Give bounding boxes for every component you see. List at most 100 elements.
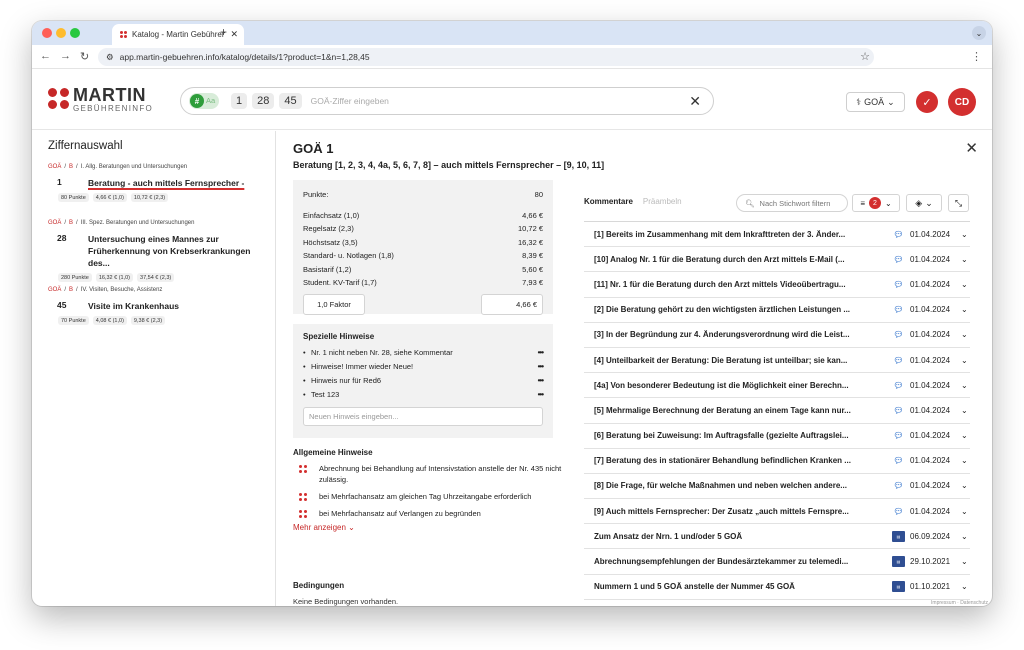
- collapse-button[interactable]: ⤡: [948, 194, 969, 212]
- comment-row[interactable]: [1] Bereits im Zusammenhang mit dem Inkr…: [584, 222, 970, 248]
- comment-row[interactable]: [4a] Von besonderer Bedeutung ist die Mö…: [584, 373, 970, 399]
- crumb-section[interactable]: B: [69, 220, 73, 226]
- chevron-down-icon[interactable]: ⌄: [961, 381, 968, 390]
- forward-icon[interactable]: →: [60, 50, 71, 62]
- catalog-select[interactable]: ⚕ GOÄ ⌄: [846, 92, 905, 112]
- crumb-catalog[interactable]: GOÄ: [48, 164, 61, 170]
- crumb-section[interactable]: B: [69, 164, 73, 170]
- comment-row[interactable]: [4] Unteilbarkeit der Beratung: Die Bera…: [584, 348, 970, 374]
- ziffer-chip[interactable]: 45: [279, 93, 302, 109]
- check-button[interactable]: ✓: [916, 91, 938, 113]
- rate-label: Standard- u. Notlagen (1,8): [303, 251, 394, 261]
- ziffer-number: 1: [57, 177, 62, 187]
- new-tab-icon[interactable]: +: [220, 25, 227, 39]
- search-input[interactable]: GOÄ-Ziffer eingeben: [311, 96, 389, 106]
- browser-menu-icon[interactable]: ⋮: [971, 50, 982, 63]
- show-more-link[interactable]: Mehr anzeigen ⌄: [293, 523, 563, 532]
- comment-row[interactable]: [9] Auch mittels Fernsprecher: Der Zusat…: [584, 499, 970, 525]
- goa-search-bar[interactable]: # Aa 1 28 45 GOÄ-Ziffer eingeben ✕: [180, 87, 714, 115]
- general-hint-text: bei Mehrfachansatz am gleichen Tag Uhrze…: [319, 492, 532, 501]
- tab-kommentare[interactable]: Kommentare: [584, 197, 633, 206]
- comment-row[interactable]: [5] Mehrmalige Berechnung der Beratung a…: [584, 398, 970, 424]
- tab-praeambeln[interactable]: Präambeln: [643, 197, 682, 206]
- reload-icon[interactable]: ↻: [80, 50, 89, 63]
- minimize-window-dot[interactable]: [56, 28, 66, 38]
- ziffer-chip[interactable]: 1: [231, 93, 248, 109]
- hint-text: Hinweise! Immer wieder Neue!: [311, 361, 414, 371]
- new-hint-input[interactable]: Neuen Hinweis eingeben...: [303, 407, 543, 426]
- more-options-icon[interactable]: •••: [538, 376, 544, 385]
- ziffer-text[interactable]: Visite im Krankenhaus: [88, 300, 268, 312]
- ziffer-item[interactable]: 1 Beratung - auch mittels Fernsprecher -: [48, 177, 270, 189]
- comment-row[interactable]: Nummern 1 und 5 GOÄ anstelle der Nummer …: [584, 575, 970, 600]
- chevron-down-icon[interactable]: ⌄: [961, 305, 968, 314]
- comment-title: [5] Mehrmalige Berechnung der Beratung a…: [594, 405, 851, 415]
- maximize-window-dot[interactable]: [70, 28, 80, 38]
- clear-search-icon[interactable]: ✕: [689, 93, 701, 110]
- punkte-pill: 70 Punkte: [58, 316, 89, 325]
- comment-row[interactable]: [8] Die Frage, für welche Maßnahmen und …: [584, 474, 970, 500]
- martin-logo[interactable]: MARTIN GEBÜHRENINFO: [48, 85, 158, 116]
- ziffer-text[interactable]: Untersuchung eines Mannes zur Früherkenn…: [88, 233, 268, 269]
- ziffer-text[interactable]: Beratung - auch mittels Fernsprecher -: [88, 177, 268, 189]
- chevron-down-icon[interactable]: ⌄: [961, 481, 968, 490]
- back-icon[interactable]: ←: [40, 50, 51, 62]
- layers-button[interactable]: ◈ ⌄: [906, 194, 942, 212]
- more-options-icon[interactable]: •••: [538, 390, 544, 399]
- comment-row[interactable]: [7] Beratung des in stationärer Behandlu…: [584, 449, 970, 474]
- chevron-down-icon[interactable]: ⌄: [961, 456, 968, 465]
- hint-text: Hinweis nur für Red6: [311, 375, 382, 385]
- crumb-catalog[interactable]: GOÄ: [48, 220, 61, 226]
- chevron-down-icon[interactable]: ⌄: [961, 406, 968, 415]
- comment-list: [1] Bereits im Zusammenhang mit dem Inkr…: [584, 221, 970, 600]
- speech-bubble-icon: 💬︎: [893, 431, 904, 441]
- ziffer-item[interactable]: 28 Untersuchung eines Mannes zur Früherk…: [48, 233, 270, 269]
- search-mode-toggle[interactable]: # Aa: [189, 93, 219, 109]
- chevron-down-icon[interactable]: ⌄: [961, 330, 968, 339]
- comment-row[interactable]: [10] Analog Nr. 1 für die Beratung durch…: [584, 247, 970, 273]
- user-avatar[interactable]: CD: [948, 88, 976, 116]
- breadcrumb: GOÄ / B / I. Allg. Beratungen und Untersuc…: [48, 164, 188, 170]
- rate-label: Höchstsatz (3,5): [303, 237, 358, 247]
- logo-subtitle: GEBÜHRENINFO: [73, 104, 154, 113]
- more-options-icon[interactable]: •••: [538, 362, 544, 371]
- chevron-down-icon[interactable]: ⌄: [961, 356, 968, 365]
- close-window-dot[interactable]: [42, 28, 52, 38]
- tab-search-icon[interactable]: ⌄: [972, 26, 986, 40]
- rate-value: 10,72 €: [517, 224, 543, 234]
- speech-bubble-icon: 💬︎: [893, 355, 904, 365]
- speech-bubble-icon: 💬︎: [893, 330, 904, 340]
- chevron-down-icon[interactable]: ⌄: [961, 532, 968, 541]
- chevron-down-icon[interactable]: ⌄: [961, 431, 968, 440]
- chevron-down-icon[interactable]: ⌄: [961, 582, 968, 591]
- filter-button[interactable]: ≡ 2 ⌄: [852, 194, 900, 212]
- comment-row[interactable]: [6] Beratung bei Zuweisung: Im Auftragsf…: [584, 424, 970, 449]
- comment-row[interactable]: [2] Die Beratung gehört zu den wichtigst…: [584, 298, 970, 323]
- comment-row[interactable]: Zum Ansatz der Nrn. 1 und/oder 5 GOÄ ▤ 06.…: [584, 524, 970, 550]
- chevron-down-icon[interactable]: ⌄: [961, 507, 968, 516]
- comment-row[interactable]: Abrechnungsempfehlungen der Bundesärztek…: [584, 549, 970, 575]
- keyword-filter-input[interactable]: 🔍︎ Nach Stichwort filtern: [736, 194, 848, 212]
- ziffer-item[interactable]: 45 Visite im Krankenhaus: [48, 300, 270, 312]
- tab-close-icon[interactable]: ✕: [230, 29, 238, 40]
- more-options-icon[interactable]: •••: [538, 348, 544, 357]
- chevron-down-icon[interactable]: ⌄: [961, 230, 968, 239]
- hint-dots-icon: [293, 491, 319, 501]
- chevron-down-icon[interactable]: ⌄: [961, 255, 968, 264]
- factor-input[interactable]: 1,0 Faktor: [303, 293, 365, 315]
- close-detail-icon[interactable]: ✕: [965, 139, 978, 157]
- site-settings-icon[interactable]: ⚙: [106, 52, 114, 63]
- chevron-down-icon[interactable]: ⌄: [961, 280, 968, 289]
- crumb-section[interactable]: B: [69, 287, 73, 293]
- comment-row[interactable]: [3] In der Begründung zur 4. Änderungsve…: [584, 323, 970, 348]
- catalog-select-label: GOÄ: [864, 97, 885, 107]
- comment-date: 01.04.2024: [910, 380, 951, 390]
- comment-row[interactable]: [11] Nr. 1 für die Beratung durch den Ar…: [584, 272, 970, 298]
- ziffer-chip[interactable]: 28: [252, 93, 275, 109]
- footer-links[interactable]: Impressum · Datenschutz: [931, 600, 988, 606]
- chevron-down-icon[interactable]: ⌄: [961, 557, 968, 566]
- bookmark-star-icon[interactable]: ☆: [860, 50, 870, 63]
- crumb-catalog[interactable]: GOÄ: [48, 287, 61, 293]
- comment-tabs: Kommentare Präambeln: [584, 197, 682, 206]
- address-bar[interactable]: ⚙ app.martin-gebuehren.info/katalog/deta…: [98, 48, 874, 66]
